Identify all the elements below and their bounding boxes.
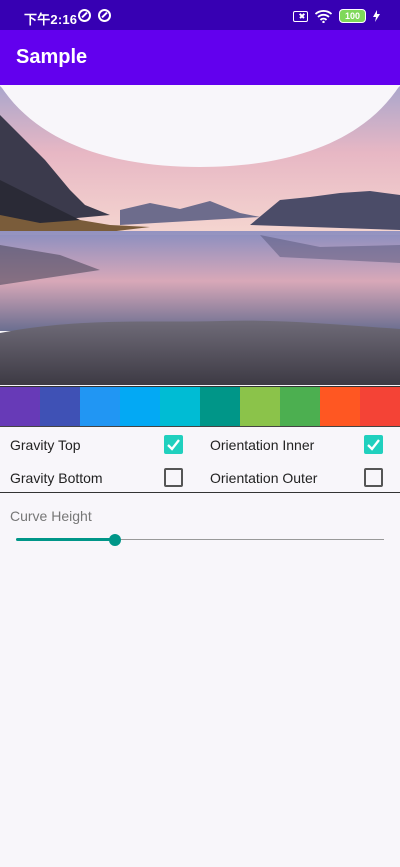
gravity-top-label: Gravity Top [10,437,81,453]
slider-fill [16,538,116,541]
app-bar: Sample [0,30,400,85]
color-swatch-9[interactable] [320,387,360,426]
color-swatch-row [0,386,400,427]
charging-icon [373,10,380,22]
notification-circle-icon [98,9,111,22]
color-swatch-4[interactable] [120,387,160,426]
color-swatch-8[interactable] [280,387,320,426]
options-panel: Gravity Top Orientation Inner Gravity Bo… [0,428,400,493]
color-swatch-1[interactable] [0,387,40,426]
orientation-inner-checkbox[interactable] [364,435,383,454]
curved-landscape-image [0,85,400,385]
notification-circle-icon [78,9,91,22]
orientation-outer-label: Orientation Outer [210,470,318,486]
sim-off-icon [293,10,308,22]
status-bar: 下午2:16 100 [0,0,400,30]
curve-height-slider[interactable] [16,530,384,550]
color-swatch-5[interactable] [160,387,200,426]
app-title: Sample [16,46,88,68]
battery-icon: 100 [339,9,366,23]
status-notification-icons [78,9,111,22]
wifi-icon [315,9,332,23]
gravity-bottom-label: Gravity Bottom [10,470,103,486]
orientation-inner-label: Orientation Inner [210,437,315,453]
gravity-top-checkbox[interactable] [164,435,183,454]
color-swatch-10[interactable] [360,387,400,426]
color-swatch-3[interactable] [80,387,120,426]
color-swatch-6[interactable] [200,387,240,426]
checkmark-icon [367,439,380,451]
orientation-outer-checkbox[interactable] [364,468,383,487]
curve-height-label: Curve Height [10,508,92,524]
slider-thumb[interactable] [109,534,122,546]
status-time: 下午2:16 [24,12,78,27]
status-indicators: 100 [293,9,380,23]
checkmark-icon [167,439,180,451]
landscape-image [0,85,400,385]
color-swatch-2[interactable] [40,387,80,426]
color-swatch-7[interactable] [240,387,280,426]
gravity-bottom-checkbox[interactable] [164,468,183,487]
